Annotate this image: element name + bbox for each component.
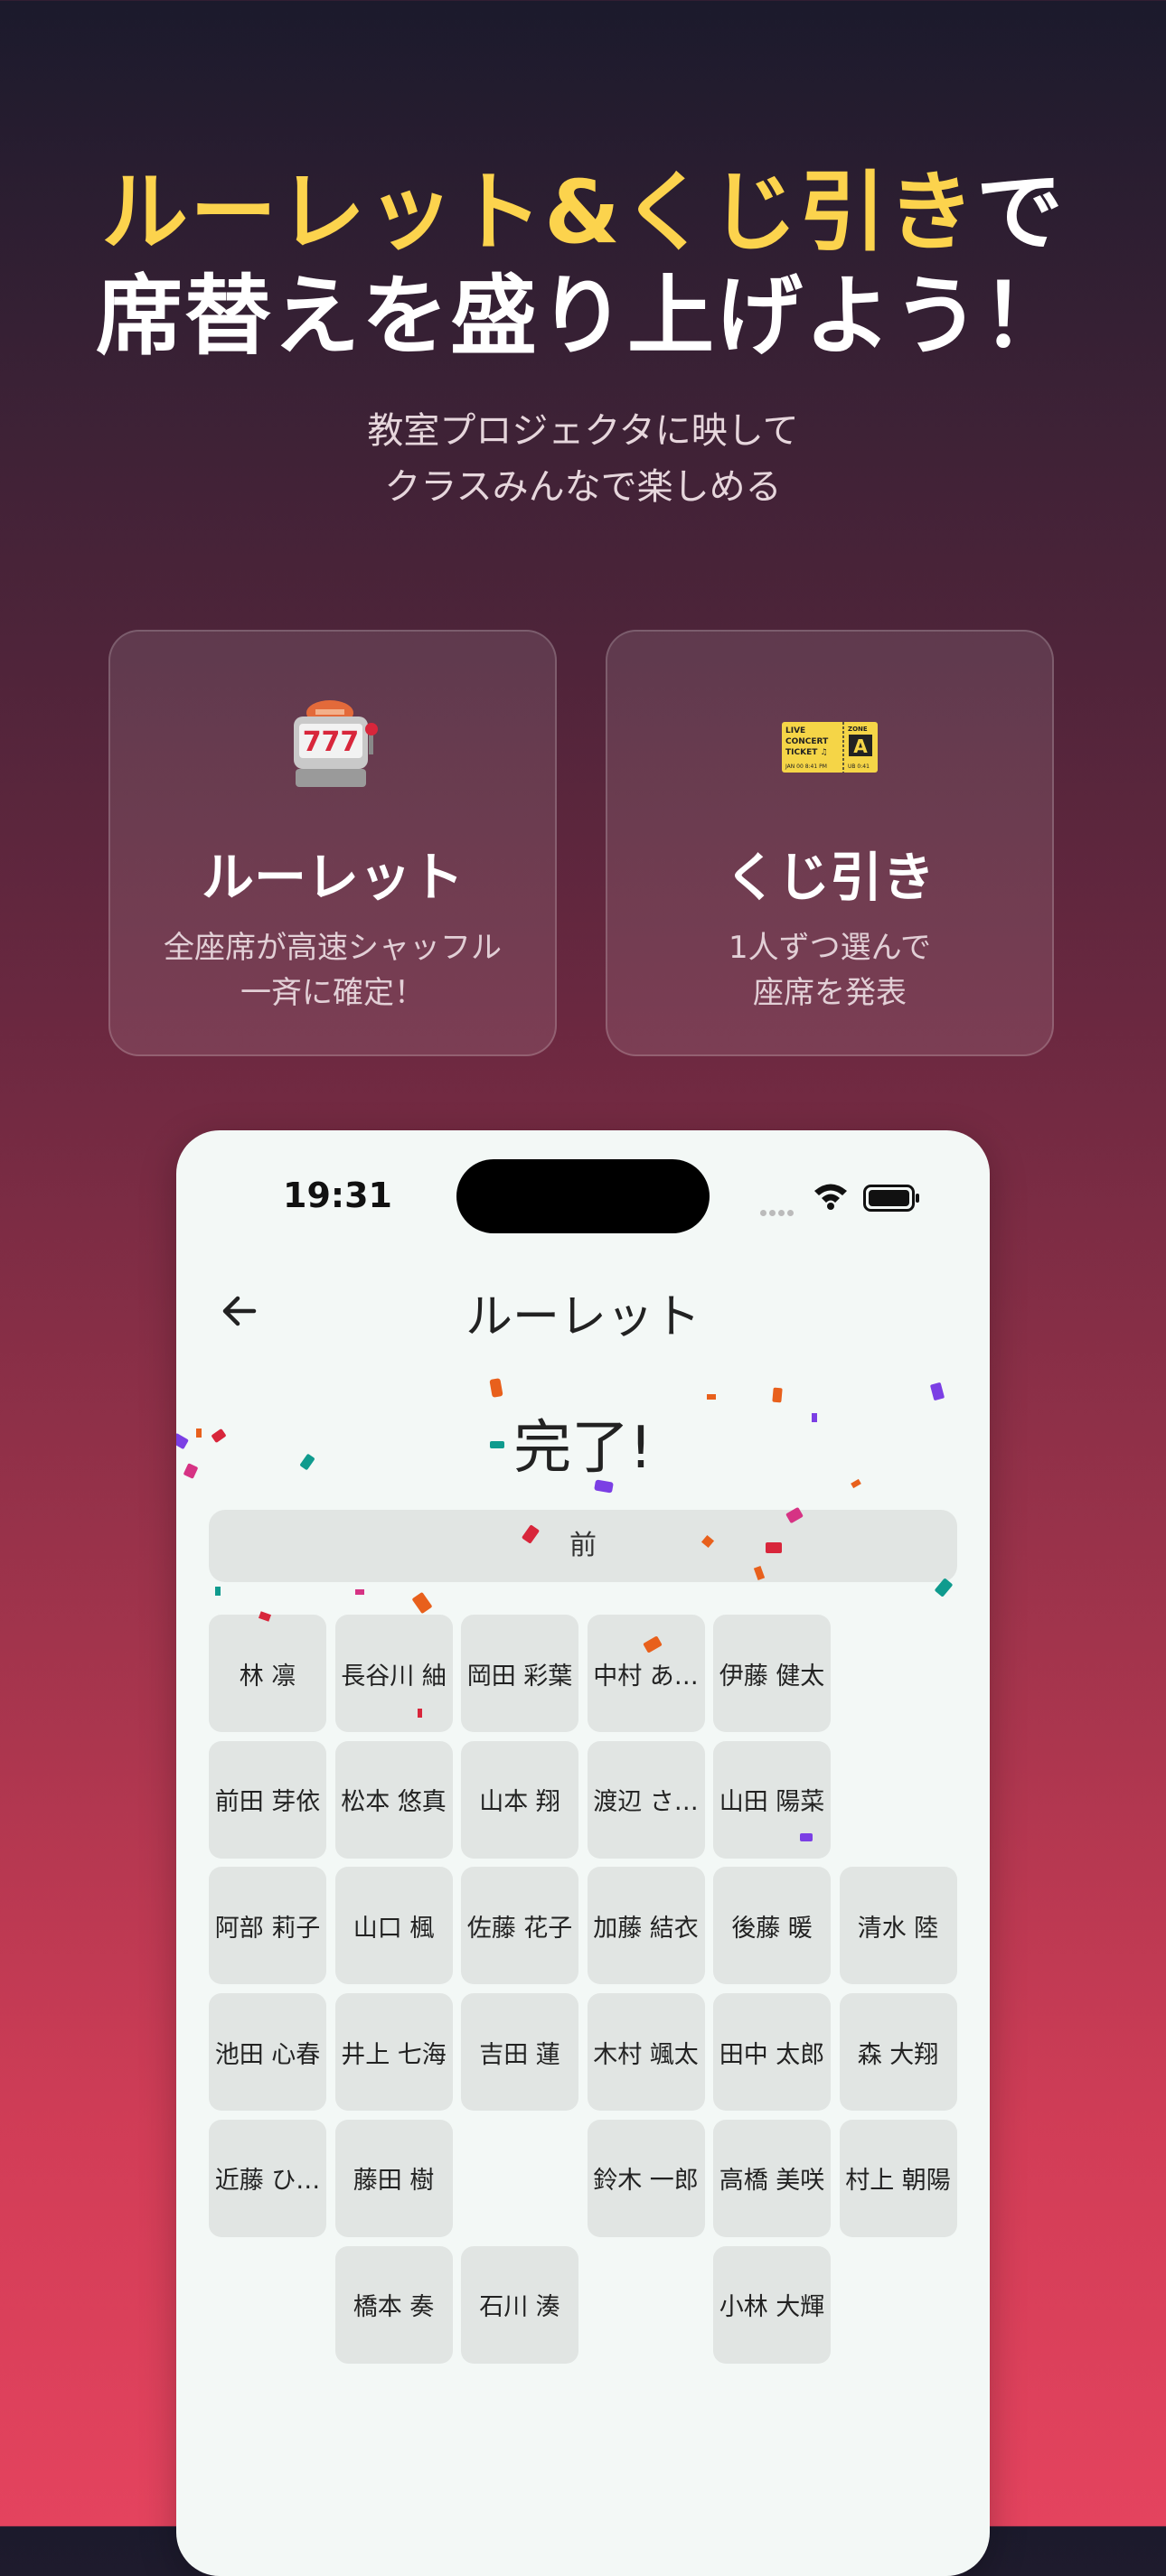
subtitle-line-1: 教室プロジェクタに映して <box>367 410 799 452</box>
seat-cell[interactable]: 岡田 彩葉 <box>461 1615 578 1732</box>
seat-cell[interactable]: 鈴木 一郎 <box>587 2119 705 2237</box>
seat-cell[interactable]: 林 凛 <box>209 1615 326 1732</box>
seat-cell[interactable]: 森 大翔 <box>839 1993 957 2112</box>
seat-cell[interactable]: 山本 翔 <box>461 1740 578 1859</box>
seat-cell[interactable]: 小林 大輝 <box>713 2245 831 2364</box>
seat-cell[interactable]: 山口 楓 <box>334 1867 453 1985</box>
svg-text:777: 777 <box>303 726 360 758</box>
done-label: 完了! <box>513 1415 653 1482</box>
svg-text:JAN 00 8:41 PM: JAN 00 8:41 PM <box>785 763 827 770</box>
headline-line-1: ルーレット&くじ引きで <box>0 163 1166 262</box>
front-of-classroom-label: 前 <box>209 1510 957 1582</box>
seat-cell[interactable]: 清水 陸 <box>839 1867 957 1985</box>
svg-text:UB 0:41: UB 0:41 <box>848 763 870 770</box>
feature-card-lottery: LIVE CONCERT TICKET ♫ JAN 00 8:41 PM ZON… <box>606 630 1054 1056</box>
svg-text:A: A <box>853 735 868 757</box>
headline-highlight: ルーレット&くじ引き <box>101 162 976 263</box>
seat-cell[interactable]: 佐藤 花子 <box>461 1867 578 1985</box>
seat-cell[interactable]: 長谷川 紬 <box>334 1615 453 1732</box>
seat-cell[interactable]: 木村 颯太 <box>587 1993 705 2112</box>
seat-cell[interactable]: 伊藤 健太 <box>713 1615 831 1732</box>
wifi-icon <box>813 1181 849 1213</box>
card-title: ルーレット <box>201 847 464 908</box>
seat-cell[interactable]: 藤田 樹 <box>334 2119 453 2237</box>
dynamic-island <box>456 1159 710 1233</box>
seat-cell[interactable]: 前田 芽依 <box>209 1740 326 1859</box>
headline-line-2: 席替えを盛り上げよう！ <box>96 266 1070 367</box>
battery-icon <box>863 1185 921 1215</box>
card-description-line-1: 1人ずつ選んで <box>729 930 931 966</box>
card-description-line-2: 座席を発表 <box>753 975 907 1011</box>
seat-cell[interactable]: 高橋 美咲 <box>713 2119 831 2237</box>
seat-cell[interactable]: 近藤 ひ… <box>209 2119 326 2237</box>
seat-cell[interactable]: 加藤 結衣 <box>587 1867 705 1985</box>
seat-cell[interactable]: 田中 太郎 <box>713 1993 831 2112</box>
seat-cell[interactable]: 井上 七海 <box>334 1993 453 2112</box>
ticket-icon: LIVE CONCERT TICKET ♫ JAN 00 8:41 PM ZON… <box>607 695 1052 794</box>
nav-title: ルーレット <box>465 1290 701 1344</box>
seat-cell[interactable]: 村上 朝陽 <box>839 2119 957 2237</box>
seat-cell[interactable]: 中村 あ… <box>587 1615 705 1732</box>
card-description-line-2: 一斉に確定！ <box>240 975 425 1011</box>
seat-cell[interactable]: 吉田 蓮 <box>461 1993 578 2112</box>
card-title: くじ引き <box>724 847 935 908</box>
svg-text:ZONE: ZONE <box>848 726 868 733</box>
phone-screen: 19:31 ルーレット 完了! 前 林 凛長谷川 紬岡田 彩葉 中村 あ… 伊藤 健… <box>176 1130 990 2576</box>
subtitle-line-2: クラスみんなで楽しめる <box>384 466 782 508</box>
signal-icon <box>760 1203 796 1220</box>
seat-cell[interactable]: 阿部 莉子 <box>209 1867 326 1985</box>
seat-cell[interactable]: 石川 湊 <box>461 2245 578 2364</box>
seat-cell[interactable]: 橋本 奏 <box>334 2245 453 2364</box>
card-description-line-1: 全座席が高速シャッフル <box>164 930 502 966</box>
feature-card-roulette: 777 ルーレット 全座席が高速シャッフル 一斉に確定！ <box>108 630 557 1056</box>
seat-cell[interactable]: 後藤 暖 <box>713 1867 831 1985</box>
seat-cell[interactable]: 池田 心春 <box>209 1993 326 2112</box>
svg-text:LIVE: LIVE <box>785 726 805 735</box>
slot-machine-icon: 777 <box>110 695 555 794</box>
svg-text:TICKET ♫: TICKET ♫ <box>785 748 828 757</box>
seat-cell[interactable]: 山田 陽菜 <box>713 1740 831 1859</box>
status-time: 19:31 <box>283 1176 392 1215</box>
seat-cell[interactable]: 渡辺 さ… <box>587 1740 705 1859</box>
svg-text:CONCERT: CONCERT <box>785 737 829 746</box>
seat-cell[interactable]: 松本 悠真 <box>334 1740 453 1859</box>
headline-suffix: で <box>975 162 1065 263</box>
